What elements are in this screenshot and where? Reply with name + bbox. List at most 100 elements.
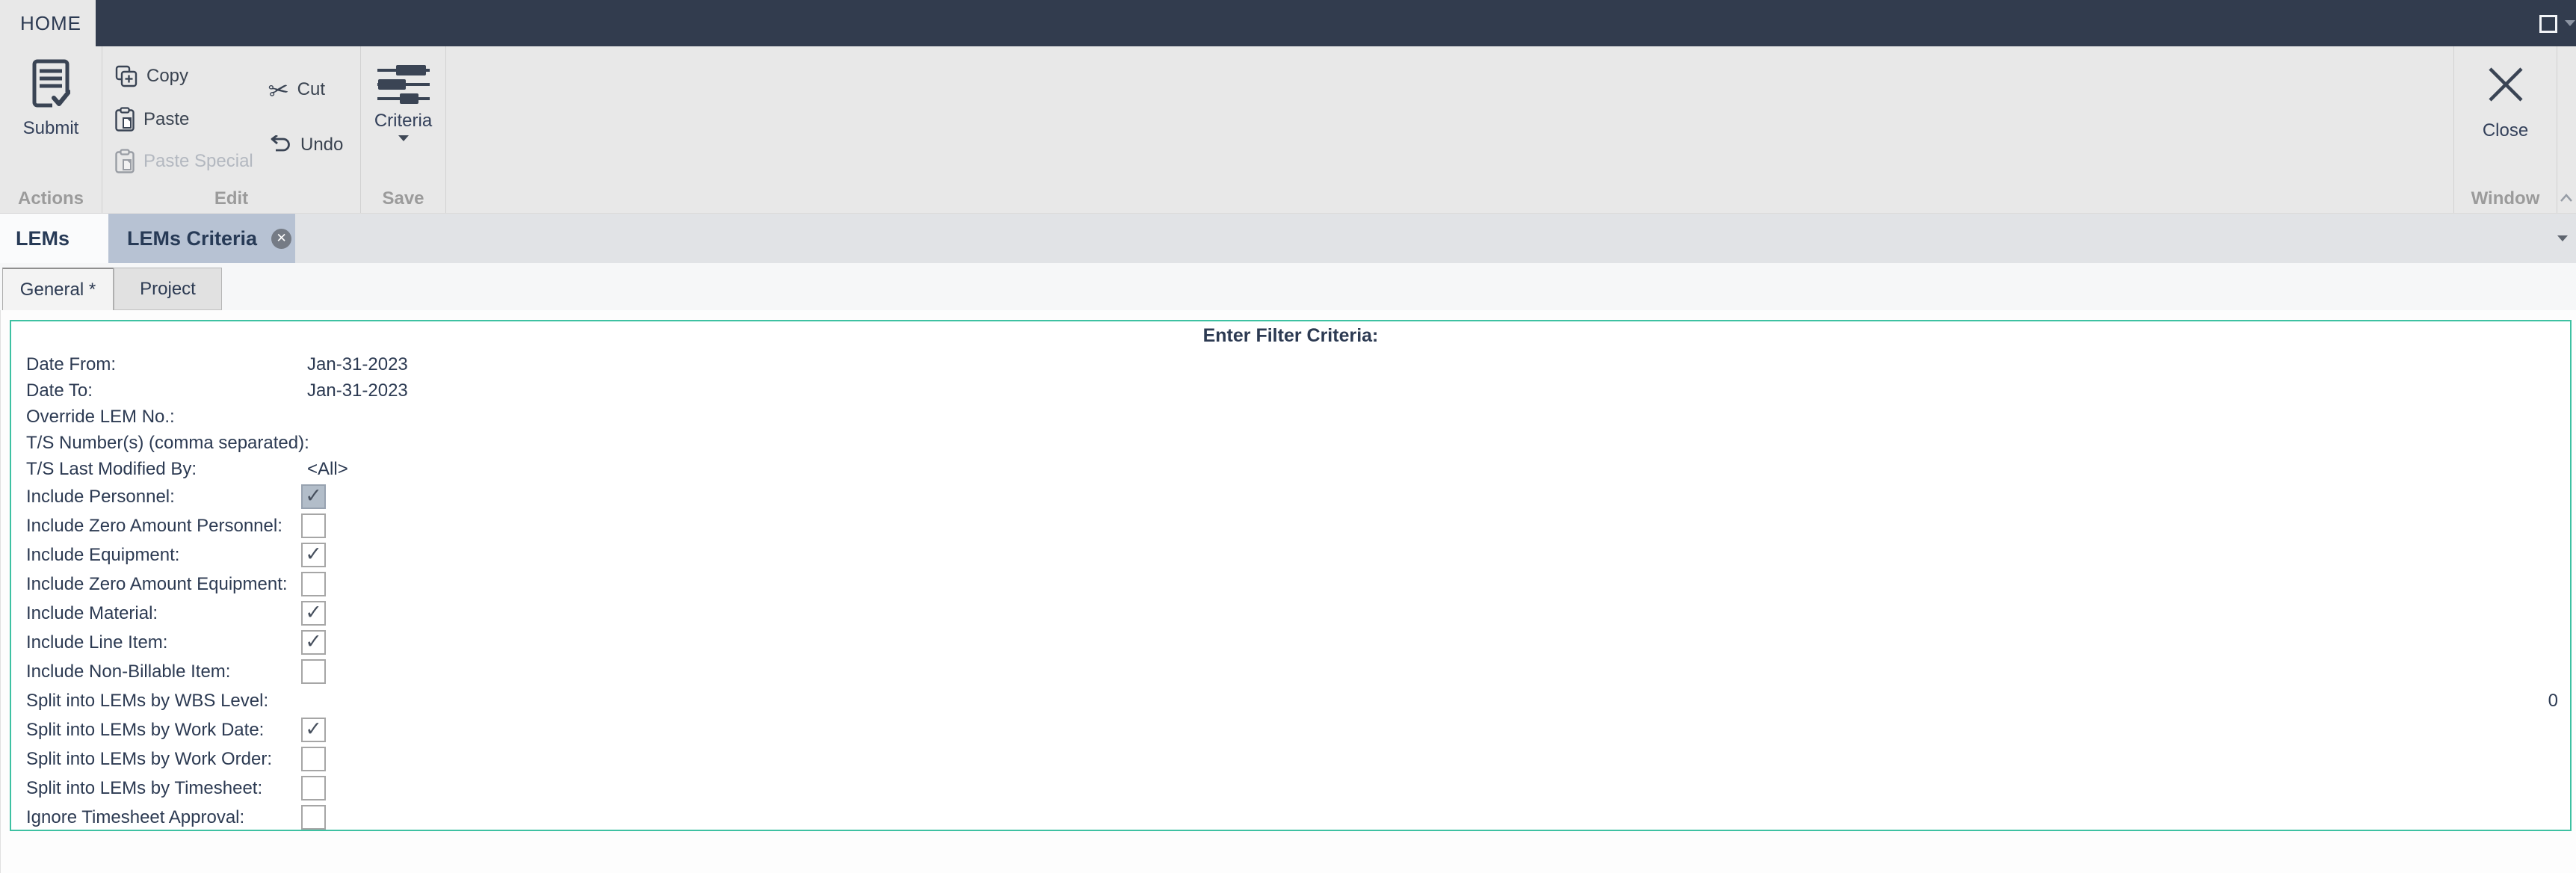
filter-row: Date From: Jan-31-2023 ✓ bbox=[11, 351, 2570, 377]
filter-row: Ignore Timesheet Approval: ✓ bbox=[11, 803, 2570, 830]
paste-special-button-label: Paste Special bbox=[143, 151, 253, 171]
application-window: HOME Submit Actions Copy Paste Paste Spe… bbox=[0, 0, 2576, 873]
field-label: T/S Last Modified By: bbox=[26, 458, 197, 479]
undo-button-label: Undo bbox=[300, 135, 344, 155]
checkmark-icon: ✓ bbox=[305, 484, 322, 508]
field-label: Date To: bbox=[26, 380, 93, 401]
paste-button-label: Paste bbox=[143, 109, 190, 129]
filter-row: Date To: Jan-31-2023 ✓ bbox=[11, 377, 2570, 404]
criteria-sliders-icon bbox=[377, 65, 430, 104]
submit-button-label: Submit bbox=[22, 118, 79, 138]
field-label: Split into LEMs by Timesheet: bbox=[26, 777, 263, 798]
filter-row: Include Equipment: ✓ bbox=[11, 540, 2570, 570]
field-checkbox[interactable]: ✓ bbox=[301, 747, 326, 771]
field-value[interactable]: Jan-31-2023 bbox=[307, 380, 408, 401]
ribbon: Submit Actions Copy Paste Paste Special … bbox=[0, 46, 2576, 214]
sub-tabstrip: General * Project bbox=[0, 263, 2576, 310]
cut-button-label: Cut bbox=[297, 79, 326, 99]
checkmark-icon: ✓ bbox=[305, 630, 322, 653]
field-checkbox[interactable]: ✓ bbox=[301, 543, 326, 567]
field-checkbox[interactable]: ✓ bbox=[301, 484, 326, 509]
field-value[interactable]: <All> bbox=[307, 459, 348, 480]
tab-general[interactable]: General * bbox=[2, 268, 114, 310]
undo-arrow-icon bbox=[271, 135, 290, 152]
field-label: Include Personnel: bbox=[26, 486, 175, 507]
criteria-dropdown-chevron-icon bbox=[398, 135, 409, 141]
cut-button[interactable]: ✂ Cut bbox=[266, 73, 326, 106]
restore-window-button[interactable] bbox=[2537, 13, 2560, 35]
checkmark-icon: ✓ bbox=[305, 543, 322, 566]
filter-form: Date From: Jan-31-2023 ✓ Date To: Jan-31… bbox=[11, 351, 2570, 830]
tab-lems-criteria[interactable]: LEMs Criteria ✕ bbox=[108, 214, 295, 263]
ribbon-right-pad bbox=[2557, 46, 2576, 213]
ribbon-group-window: Close Window bbox=[2453, 46, 2557, 213]
paste-button[interactable]: Paste bbox=[114, 103, 189, 136]
filter-row: Include Personnel: ✓ bbox=[11, 482, 2570, 511]
tab-close-icon[interactable]: ✕ bbox=[271, 228, 292, 249]
field-label: Include Zero Amount Equipment: bbox=[26, 573, 288, 594]
panel-title: Enter Filter Criteria: bbox=[1202, 325, 1379, 346]
field-checkbox[interactable]: ✓ bbox=[301, 805, 326, 830]
ribbon-group-label-edit: Edit bbox=[214, 188, 249, 209]
checkmark-icon: ✓ bbox=[305, 718, 322, 741]
filter-row: Split into LEMs by Timesheet: ✓ bbox=[11, 774, 2570, 803]
ribbon-group-label-actions: Actions bbox=[17, 188, 84, 209]
close-window-button[interactable]: Close bbox=[2454, 46, 2557, 188]
paste-clipboard-icon bbox=[115, 107, 135, 132]
field-checkbox[interactable]: ✓ bbox=[301, 776, 326, 800]
field-label: T/S Number(s) (comma separated): bbox=[26, 432, 309, 453]
tab-lems-criteria-label: LEMs Criteria bbox=[127, 226, 258, 250]
paste-special-button[interactable]: Paste Special bbox=[114, 145, 253, 178]
undo-button[interactable]: Undo bbox=[265, 129, 343, 161]
tab-lems[interactable]: LEMs bbox=[0, 214, 108, 263]
criteria-button-label: Criteria bbox=[374, 111, 433, 131]
field-label: Split into LEMs by Work Date: bbox=[26, 719, 265, 740]
field-value[interactable]: Jan-31-2023 bbox=[307, 354, 408, 375]
content-area: Enter Filter Criteria: Date From: Jan-31… bbox=[0, 310, 2576, 873]
field-checkbox[interactable]: ✓ bbox=[301, 630, 326, 655]
filter-row: Include Zero Amount Equipment: ✓ bbox=[11, 570, 2570, 599]
ribbon-group-label-save: Save bbox=[382, 188, 424, 209]
field-number-value[interactable]: 0 bbox=[2548, 691, 2558, 712]
field-label: Split into LEMs by Work Order: bbox=[26, 748, 272, 769]
tab-general-label: General * bbox=[19, 279, 96, 300]
checkmark-icon: ✓ bbox=[305, 601, 322, 624]
filter-criteria-panel: Enter Filter Criteria: Date From: Jan-31… bbox=[10, 320, 2572, 831]
paste-special-icon bbox=[115, 149, 135, 173]
titlebar-chevron-down-icon[interactable] bbox=[2564, 18, 2576, 28]
scissors-icon: ✂ bbox=[266, 73, 291, 106]
titlebar: HOME bbox=[0, 0, 2576, 46]
field-label: Include Material: bbox=[26, 602, 158, 623]
ribbon-group-label-window: Window bbox=[2471, 188, 2540, 209]
tab-project[interactable]: Project bbox=[114, 268, 222, 310]
tab-project-label: Project bbox=[140, 278, 196, 299]
submit-document-check-icon bbox=[32, 59, 70, 108]
filter-row: Override LEM No.: ✓ bbox=[11, 404, 2570, 430]
filter-row: Split into LEMs by Work Order: ✓ bbox=[11, 744, 2570, 774]
copy-button[interactable]: Copy bbox=[114, 60, 188, 93]
field-label: Date From: bbox=[26, 354, 117, 374]
ribbon-group-edit: Copy Paste Paste Special ✂ Cut Undo Edit bbox=[102, 46, 361, 213]
field-checkbox[interactable]: ✓ bbox=[301, 572, 326, 596]
criteria-button[interactable]: Criteria bbox=[361, 46, 445, 188]
field-checkbox[interactable]: ✓ bbox=[301, 659, 326, 684]
document-tabstrip: LEMs LEMs Criteria ✕ bbox=[0, 214, 2576, 263]
submit-button[interactable]: Submit bbox=[0, 46, 102, 188]
tab-lems-label: LEMs bbox=[16, 226, 70, 250]
field-label: Override LEM No.: bbox=[26, 406, 175, 427]
field-label: Split into LEMs by WBS Level: bbox=[26, 690, 269, 711]
ribbon-tab-home[interactable]: HOME bbox=[0, 0, 96, 46]
filter-row: Split into LEMs by Work Date: ✓ bbox=[11, 715, 2570, 744]
tab-overflow-chevron-icon[interactable] bbox=[2556, 234, 2569, 243]
filter-row: T/S Number(s) (comma separated): ✓ bbox=[11, 430, 2570, 456]
filter-row: Include Line Item: ✓ bbox=[11, 628, 2570, 657]
field-checkbox[interactable]: ✓ bbox=[301, 601, 326, 626]
filter-row: T/S Last Modified By: <All> ✓ bbox=[11, 456, 2570, 482]
field-label: Include Equipment: bbox=[26, 544, 180, 565]
filter-row: Include Non-Billable Item: ✓ bbox=[11, 657, 2570, 686]
field-checkbox[interactable]: ✓ bbox=[301, 718, 326, 742]
field-checkbox[interactable]: ✓ bbox=[301, 513, 326, 538]
filter-row: Split into LEMs by WBS Level: ✓ 0 bbox=[11, 686, 2570, 715]
collapse-ribbon-chevron-icon[interactable] bbox=[2560, 194, 2573, 203]
field-label: Include Line Item: bbox=[26, 632, 168, 653]
